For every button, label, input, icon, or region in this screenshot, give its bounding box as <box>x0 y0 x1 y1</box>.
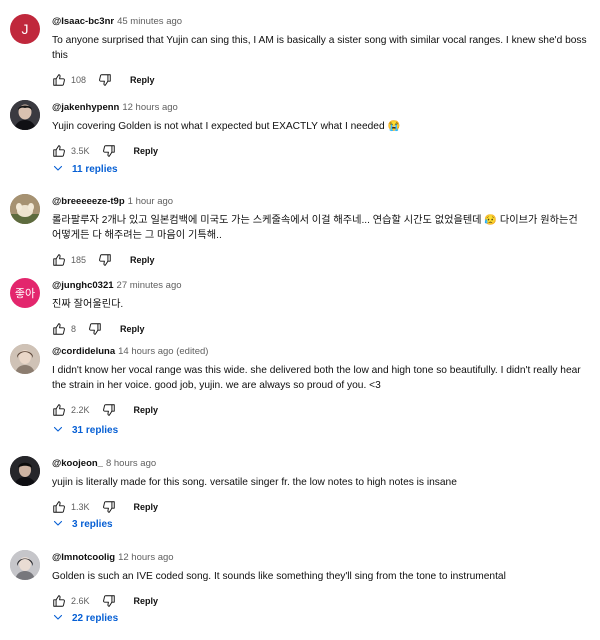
comment-text: Yujin covering Golden is not what I expe… <box>52 121 401 132</box>
avatar[interactable]: J <box>10 14 40 44</box>
comment-actions: 185 Reply <box>52 251 588 269</box>
comment-actions: 8 Reply <box>52 320 588 338</box>
replies-count: 11 replies <box>72 164 118 175</box>
comment-text: I didn't know her vocal range was this w… <box>52 365 581 391</box>
replies-count: 31 replies <box>72 425 119 436</box>
comment-author[interactable]: @Imnotcoolig <box>52 552 115 563</box>
like-icon[interactable] <box>52 403 66 417</box>
avatar[interactable] <box>10 550 40 580</box>
reply-button[interactable]: Reply <box>130 75 155 85</box>
dislike-icon[interactable] <box>102 500 116 514</box>
comment-actions: 2.6K Reply <box>52 592 588 610</box>
comment-timestamp[interactable]: 12 hours ago <box>118 552 173 563</box>
comment-item: 좋아 @junghc0321 27 minutes ago 진짜 잘어울린다. 8… <box>0 272 600 338</box>
like-icon[interactable] <box>52 73 66 87</box>
like-icon[interactable] <box>52 144 66 158</box>
comment-actions: 2.2K Reply <box>52 401 588 419</box>
comment-timestamp[interactable]: 1 hour ago <box>128 196 173 207</box>
avatar[interactable] <box>10 100 40 130</box>
view-replies-button[interactable]: 11 replies <box>52 162 118 177</box>
comment-text: 진짜 잘어울린다. <box>52 299 124 310</box>
comment-actions: 108 Reply <box>52 71 588 89</box>
like-icon[interactable] <box>52 594 66 608</box>
dislike-icon[interactable] <box>98 73 112 87</box>
dislike-icon[interactable] <box>102 144 116 158</box>
reply-button[interactable]: Reply <box>130 255 155 265</box>
chevron-down-icon <box>52 611 72 626</box>
reply-button[interactable]: Reply <box>134 502 159 512</box>
like-count: 2.2K <box>71 405 90 415</box>
view-replies-button[interactable]: 3 replies <box>52 517 113 532</box>
comment-item: @breeeeeze-t9p 1 hour ago 롤라팔루자 2개나 있고 일본… <box>0 188 600 268</box>
comment-author[interactable]: @junghc0321 <box>52 280 114 291</box>
comment-text: 롤라팔루자 2개나 있고 일본컴백에 미국도 가는 스케줄속에서 이걸 해주네.… <box>52 215 578 241</box>
comment-timestamp[interactable]: 14 hours ago (edited) <box>118 346 208 357</box>
comment-author[interactable]: @Isaac-bc3nr <box>52 16 114 27</box>
comment-text: yujin is literally made for this song. v… <box>52 477 457 488</box>
avatar[interactable] <box>10 344 40 374</box>
comment-item: @jakenhypenn 12 hours ago Yujin covering … <box>0 94 600 184</box>
comment-author[interactable]: @breeeeeze-t9p <box>52 196 125 207</box>
dislike-icon[interactable] <box>88 322 102 336</box>
comment-item: J @Isaac-bc3nr 45 minutes ago To anyone s… <box>0 8 600 88</box>
dislike-icon[interactable] <box>102 403 116 417</box>
comment-author[interactable]: @cordideluna <box>52 346 115 357</box>
comment-text: Golden is such an IVE coded song. It sou… <box>52 571 506 582</box>
chevron-down-icon <box>52 517 72 532</box>
like-count: 108 <box>71 75 87 85</box>
avatar[interactable] <box>10 456 40 486</box>
like-icon[interactable] <box>52 500 66 514</box>
like-count: 3.5K <box>71 146 90 156</box>
comment-item: @cordideluna 14 hours ago (edited) I didn… <box>0 338 600 442</box>
comment-author[interactable]: @koojeon_ <box>52 458 103 469</box>
comment-timestamp[interactable]: 27 minutes ago <box>117 280 182 291</box>
comment-actions: 1.3K Reply <box>52 498 588 516</box>
comment-timestamp[interactable]: 8 hours ago <box>106 458 156 469</box>
like-icon[interactable] <box>52 322 66 336</box>
comment-timestamp[interactable]: 45 minutes ago <box>117 16 182 27</box>
avatar[interactable] <box>10 194 40 224</box>
chevron-down-icon <box>52 162 72 177</box>
replies-count: 3 replies <box>72 519 113 530</box>
view-replies-button[interactable]: 31 replies <box>52 423 118 438</box>
reply-button[interactable]: Reply <box>134 146 159 156</box>
reply-button[interactable]: Reply <box>134 596 159 606</box>
dislike-icon[interactable] <box>98 253 112 267</box>
like-count: 8 <box>71 324 77 334</box>
like-count: 2.6K <box>71 596 90 606</box>
comment-timestamp[interactable]: 12 hours ago <box>122 102 177 113</box>
comment-author[interactable]: @jakenhypenn <box>52 102 119 113</box>
like-icon[interactable] <box>52 253 66 267</box>
view-replies-button[interactable]: 22 replies <box>52 611 118 626</box>
chevron-down-icon <box>52 423 72 438</box>
reply-button[interactable]: Reply <box>120 324 145 334</box>
dislike-icon[interactable] <box>102 594 116 608</box>
reply-button[interactable]: Reply <box>134 405 159 415</box>
comment-actions: 3.5K Reply <box>52 142 588 160</box>
like-count: 1.3K <box>71 502 90 512</box>
comment-text: To anyone surprised that Yujin can sing … <box>52 35 587 61</box>
comment-item: @Imnotcoolig 12 hours ago Golden is such … <box>0 544 600 640</box>
replies-count: 22 replies <box>72 613 119 624</box>
like-count: 185 <box>71 255 87 265</box>
comment-item: @koojeon_ 8 hours ago yujin is literally … <box>0 450 600 538</box>
avatar[interactable]: 좋아 <box>10 278 40 308</box>
